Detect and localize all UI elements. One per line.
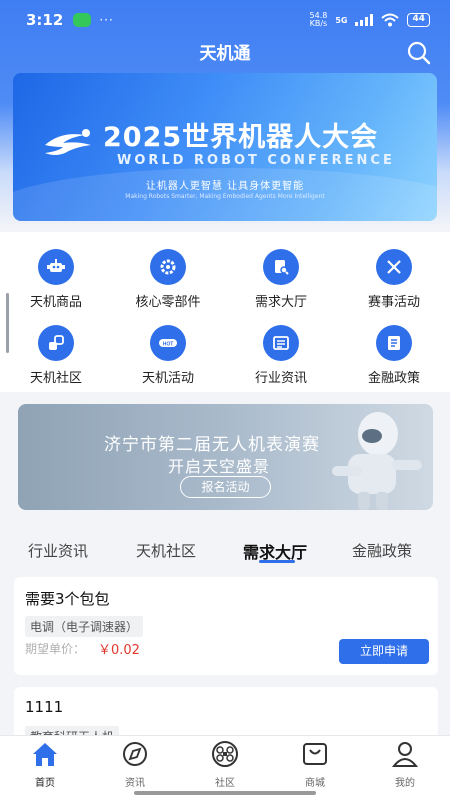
menu-item-core-parts[interactable]: 核心零部件 (112, 249, 224, 310)
active-tab-indicator (259, 560, 295, 563)
wechat-notification-icon (73, 13, 92, 27)
status-time: 3:12 (26, 11, 64, 29)
network-speed: 54.8 KB/s (310, 12, 328, 28)
banner-slogan: 让机器人更智慧 让具身体更智能 (145, 181, 305, 192)
search-icon[interactable] (406, 40, 432, 66)
nav-news[interactable]: 资讯 (90, 740, 180, 789)
nav-label: 社区 (215, 778, 235, 789)
demand-title: 需要3个包包 (25, 590, 110, 608)
menu-item-industry-news[interactable]: 行业资讯 (225, 325, 337, 386)
menu-item-tianji-community[interactable]: 天机社区 (0, 325, 112, 386)
svg-text:HOT: HOT (163, 342, 174, 348)
robot-illustration (332, 412, 422, 510)
nav-label: 我的 (395, 778, 415, 789)
network-speed-unit: KB/s (309, 19, 328, 28)
demand-category-tag: 电调（电子调速器） (25, 616, 144, 637)
nav-label: 资讯 (125, 778, 145, 789)
nav-home[interactable]: 首页 (0, 740, 90, 789)
nav-label: 首页 (35, 778, 55, 789)
menu-item-label: 天机社区 (29, 371, 82, 386)
apply-now-button[interactable]: 立即申请 (339, 639, 429, 664)
tab-finance-policy[interactable]: 金融政策 (352, 540, 412, 561)
tab-industry-news[interactable]: 行业资讯 (28, 540, 88, 561)
menu-item-finance-policy[interactable]: 金融政策 (338, 325, 450, 386)
banner-slogan-english: Making Robots Smarter, Making Embodied A… (125, 193, 325, 200)
network-type: 5G (335, 15, 348, 25)
wifi-icon (381, 13, 400, 27)
drone-icon (212, 741, 238, 767)
promo-banner[interactable]: 济宁市第二届无人机表演赛 开启天空盛景 报名活动 (18, 404, 433, 510)
community-icon (38, 325, 74, 361)
signal-icon (355, 14, 374, 26)
menu-item-label: 天机活动 (141, 371, 194, 386)
menu-item-label: 需求大厅 (254, 295, 307, 310)
demand-card[interactable]: 需要3个包包 电调（电子调速器） 期望单价： ￥0.02 立即申请 (14, 577, 438, 675)
nav-label: 商城 (305, 778, 325, 789)
hot-icon: HOT (150, 325, 186, 361)
menu-item-demand-hall[interactable]: 需求大厅 (225, 249, 337, 310)
hero-banner[interactable]: 2025世界机器人大会 WORLD ROBOT CONFERENCE 让机器人更… (13, 73, 437, 221)
menu-item-competition-events[interactable]: 赛事活动 (338, 249, 450, 310)
policy-icon (376, 325, 412, 361)
menu-item-label: 核心零部件 (135, 295, 201, 310)
home-indicator (134, 791, 316, 795)
banner-subtitle: WORLD ROBOT CONFERENCE (117, 153, 395, 168)
home-icon (33, 743, 57, 766)
nav-profile[interactable]: 我的 (360, 740, 450, 789)
more-notifications-icon: ··· (99, 13, 114, 27)
demand-title: 1111 (25, 698, 64, 716)
status-indicators: 54.8 KB/s 5G 44 (310, 12, 430, 28)
register-activity-button[interactable]: 报名活动 (180, 476, 271, 498)
menu-item-tianji-activities[interactable]: HOT 天机活动 (112, 325, 224, 386)
battery-indicator: 44 (407, 13, 430, 27)
promo-title: 济宁市第二届无人机表演赛 (104, 435, 320, 455)
content-tabs: 行业资讯 天机社区 需求大厅 金融政策 (0, 524, 450, 574)
app-screen: 3:12 ··· 54.8 KB/s 5G 44 天机通 2025世界机器人大会… (0, 0, 450, 800)
banner-title: 2025世界机器人大会 (103, 122, 379, 153)
menu-item-label: 天机商品 (29, 295, 82, 310)
expected-price-label: 期望单价： (25, 642, 86, 656)
menu-item-label: 赛事活动 (367, 295, 420, 310)
robot-product-icon (38, 249, 74, 285)
crossed-swords-icon (376, 249, 412, 285)
nav-community[interactable]: 社区 (180, 740, 270, 789)
news-icon (263, 325, 299, 361)
gear-icon (150, 249, 186, 285)
menu-item-label: 金融政策 (367, 371, 420, 386)
compass-icon (123, 742, 147, 766)
promo-subtitle: 开启天空盛景 (168, 457, 271, 476)
shopping-bag-icon (303, 743, 327, 765)
conference-logo-icon (45, 129, 91, 155)
expected-price-value: ￥0.02 (98, 643, 140, 658)
document-search-icon (263, 249, 299, 285)
tab-tianji-community[interactable]: 天机社区 (136, 540, 196, 561)
nav-mall[interactable]: 商城 (270, 740, 360, 789)
menu-item-label: 行业资讯 (254, 371, 307, 386)
page-title: 天机通 (199, 43, 251, 64)
menu-item-tianji-products[interactable]: 天机商品 (0, 249, 112, 310)
user-icon (391, 742, 419, 767)
